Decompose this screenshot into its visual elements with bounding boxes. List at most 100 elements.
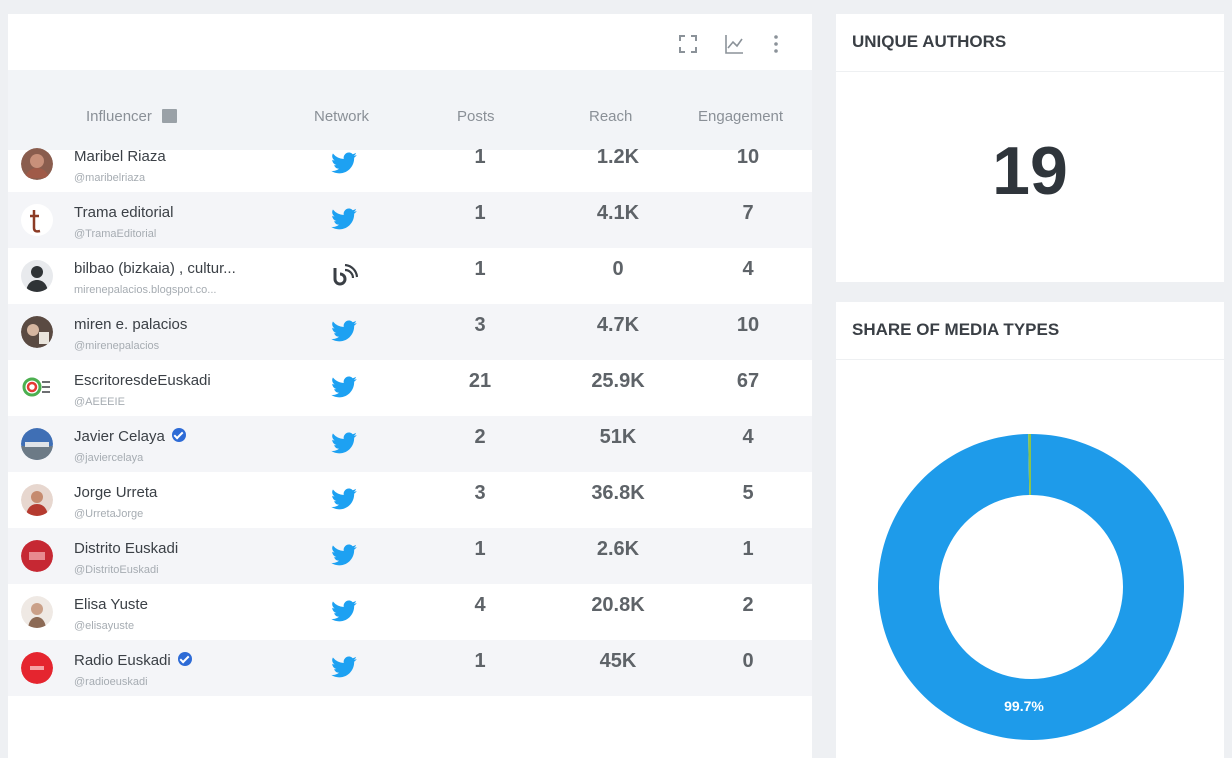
engagement-value: 1 bbox=[742, 538, 754, 560]
engagement-value: 67 bbox=[736, 370, 760, 392]
verified-badge-icon bbox=[177, 652, 192, 666]
engagement-value: 4 bbox=[742, 258, 754, 280]
influencer-handle: @maribelriaza bbox=[74, 172, 146, 184]
influencer-name[interactable]: EscritoresdeEuskadi bbox=[74, 372, 211, 389]
panel-toolbar bbox=[8, 14, 812, 70]
card-title: UNIQUE AUTHORS bbox=[836, 14, 1224, 72]
twitter-icon bbox=[330, 208, 358, 232]
twitter-icon bbox=[330, 656, 358, 680]
reach-value: 2.6K bbox=[596, 538, 640, 560]
engagement-value: 10 bbox=[736, 146, 760, 168]
twitter-icon bbox=[330, 376, 358, 400]
table-row[interactable]: EscritoresdeEuskadi @AEEEIE 21 25.9K 67 bbox=[8, 360, 812, 416]
posts-value: 1 bbox=[474, 650, 486, 672]
avatar bbox=[21, 204, 53, 236]
reach-value: 4.7K bbox=[596, 314, 640, 336]
reach-column-header[interactable]: Reach bbox=[589, 108, 632, 125]
avatar bbox=[21, 260, 53, 292]
posts-value: 3 bbox=[474, 482, 486, 504]
reach-value: 51K bbox=[599, 426, 637, 448]
influencer-column-header[interactable]: Influencer bbox=[86, 108, 177, 125]
influencer-handle: @elisayuste bbox=[74, 620, 135, 632]
reach-value: 20.8K bbox=[591, 594, 645, 616]
avatar bbox=[21, 316, 53, 348]
table-row[interactable]: Jorge Urreta @UrretaJorge 3 36.8K 5 bbox=[8, 472, 812, 528]
influencer-name[interactable]: Jorge Urreta bbox=[74, 484, 157, 501]
table-row[interactable]: Elisa Yuste @elisayuste 4 20.8K 2 bbox=[8, 584, 812, 640]
table-row[interactable]: Distrito Euskadi @DistritoEuskadi 1 2.6K… bbox=[8, 528, 812, 584]
twitter-icon bbox=[330, 152, 358, 176]
reach-value: 45K bbox=[599, 650, 637, 672]
avatar bbox=[21, 652, 53, 684]
network-column-header[interactable]: Network bbox=[314, 108, 369, 125]
twitter-icon bbox=[330, 544, 358, 568]
card-title: SHARE OF MEDIA TYPES bbox=[836, 302, 1224, 360]
export-icon[interactable] bbox=[161, 109, 177, 123]
influencers-panel: Influencer Network Posts Reach Engagemen… bbox=[8, 14, 812, 758]
avatar bbox=[21, 148, 53, 180]
influencer-handle: @TramaEditorial bbox=[74, 228, 157, 240]
influencer-handle: @radioeuskadi bbox=[74, 676, 148, 688]
avatar bbox=[21, 484, 53, 516]
avatar bbox=[21, 372, 53, 404]
table-row[interactable]: Radio Euskadi @radioeuskadi 1 45K 0 bbox=[8, 640, 812, 696]
engagement-value: 4 bbox=[742, 426, 754, 448]
posts-value: 1 bbox=[474, 146, 486, 168]
engagement-value: 5 bbox=[742, 482, 754, 504]
verified-badge-icon bbox=[171, 428, 186, 442]
influencer-name[interactable]: bilbao (bizkaia) , cultur... bbox=[74, 260, 236, 277]
influencer-handle: @mirenepalacios bbox=[74, 340, 160, 352]
influencer-handle: @DistritoEuskadi bbox=[74, 564, 159, 576]
engagement-value: 2 bbox=[742, 594, 754, 616]
twitter-icon bbox=[330, 600, 358, 624]
unique-authors-card: UNIQUE AUTHORS 19 bbox=[836, 14, 1224, 282]
posts-value: 4 bbox=[474, 594, 486, 616]
influencer-name[interactable]: Trama editorial bbox=[74, 204, 173, 221]
table-row[interactable]: Javier Celaya @javiercelaya 2 51K 4 bbox=[8, 416, 812, 472]
avatar bbox=[21, 596, 53, 628]
posts-value: 21 bbox=[468, 370, 492, 392]
table-row[interactable]: Maribel Riaza @maribelriaza 1 1.2K 10 bbox=[8, 136, 812, 192]
influencer-name[interactable]: miren e. palacios bbox=[74, 316, 187, 333]
influencer-handle: mirenepalacios.blogspot.co... bbox=[74, 284, 217, 296]
posts-value: 1 bbox=[474, 538, 486, 560]
more-vert-icon[interactable] bbox=[764, 32, 788, 56]
influencer-name[interactable]: Maribel Riaza bbox=[74, 148, 166, 165]
influencer-name[interactable]: Distrito Euskadi bbox=[74, 540, 178, 557]
engagement-value: 0 bbox=[742, 650, 754, 672]
influencer-name[interactable]: Radio Euskadi bbox=[74, 652, 192, 669]
table-row[interactable]: bilbao (bizkaia) , cultur... mirenepalac… bbox=[8, 248, 812, 304]
reach-value: 4.1K bbox=[596, 202, 640, 224]
influencer-name[interactable]: Elisa Yuste bbox=[74, 596, 148, 613]
influencer-handle: @AEEEIE bbox=[74, 396, 125, 408]
slice-data-label: 99.7% bbox=[1004, 698, 1044, 714]
posts-value: 3 bbox=[474, 314, 486, 336]
posts-value: 1 bbox=[474, 258, 486, 280]
influencer-handle: @javiercelaya bbox=[74, 452, 144, 464]
avatar bbox=[21, 428, 53, 460]
engagement-value: 10 bbox=[736, 314, 760, 336]
twitter-icon bbox=[330, 432, 358, 456]
reach-value: 36.8K bbox=[591, 482, 645, 504]
twitter-icon bbox=[330, 320, 358, 344]
reach-value: 1.2K bbox=[596, 146, 640, 168]
posts-value: 1 bbox=[474, 202, 486, 224]
unique-authors-value: 19 bbox=[992, 133, 1068, 209]
engagement-column-header[interactable]: Engagement bbox=[698, 108, 783, 125]
media-types-card: SHARE OF MEDIA TYPES 99.7% bbox=[836, 302, 1224, 758]
twitter-icon bbox=[330, 488, 358, 512]
influencer-name[interactable]: Javier Celaya bbox=[74, 428, 186, 445]
posts-column-header[interactable]: Posts bbox=[457, 108, 495, 125]
posts-value: 2 bbox=[474, 426, 486, 448]
table-row[interactable]: Trama editorial @TramaEditorial 1 4.1K 7 bbox=[8, 192, 812, 248]
reach-value: 25.9K bbox=[591, 370, 645, 392]
influencer-handle: @UrretaJorge bbox=[74, 508, 144, 520]
reach-value: 0 bbox=[612, 258, 624, 280]
avatar bbox=[21, 540, 53, 572]
blog-icon bbox=[330, 264, 358, 288]
line-chart-icon[interactable] bbox=[722, 32, 746, 56]
fullscreen-icon[interactable] bbox=[676, 32, 700, 56]
table-row[interactable]: miren e. palacios @mirenepalacios 3 4.7K… bbox=[8, 304, 812, 360]
donut-chart bbox=[878, 434, 1184, 740]
engagement-value: 7 bbox=[742, 202, 754, 224]
